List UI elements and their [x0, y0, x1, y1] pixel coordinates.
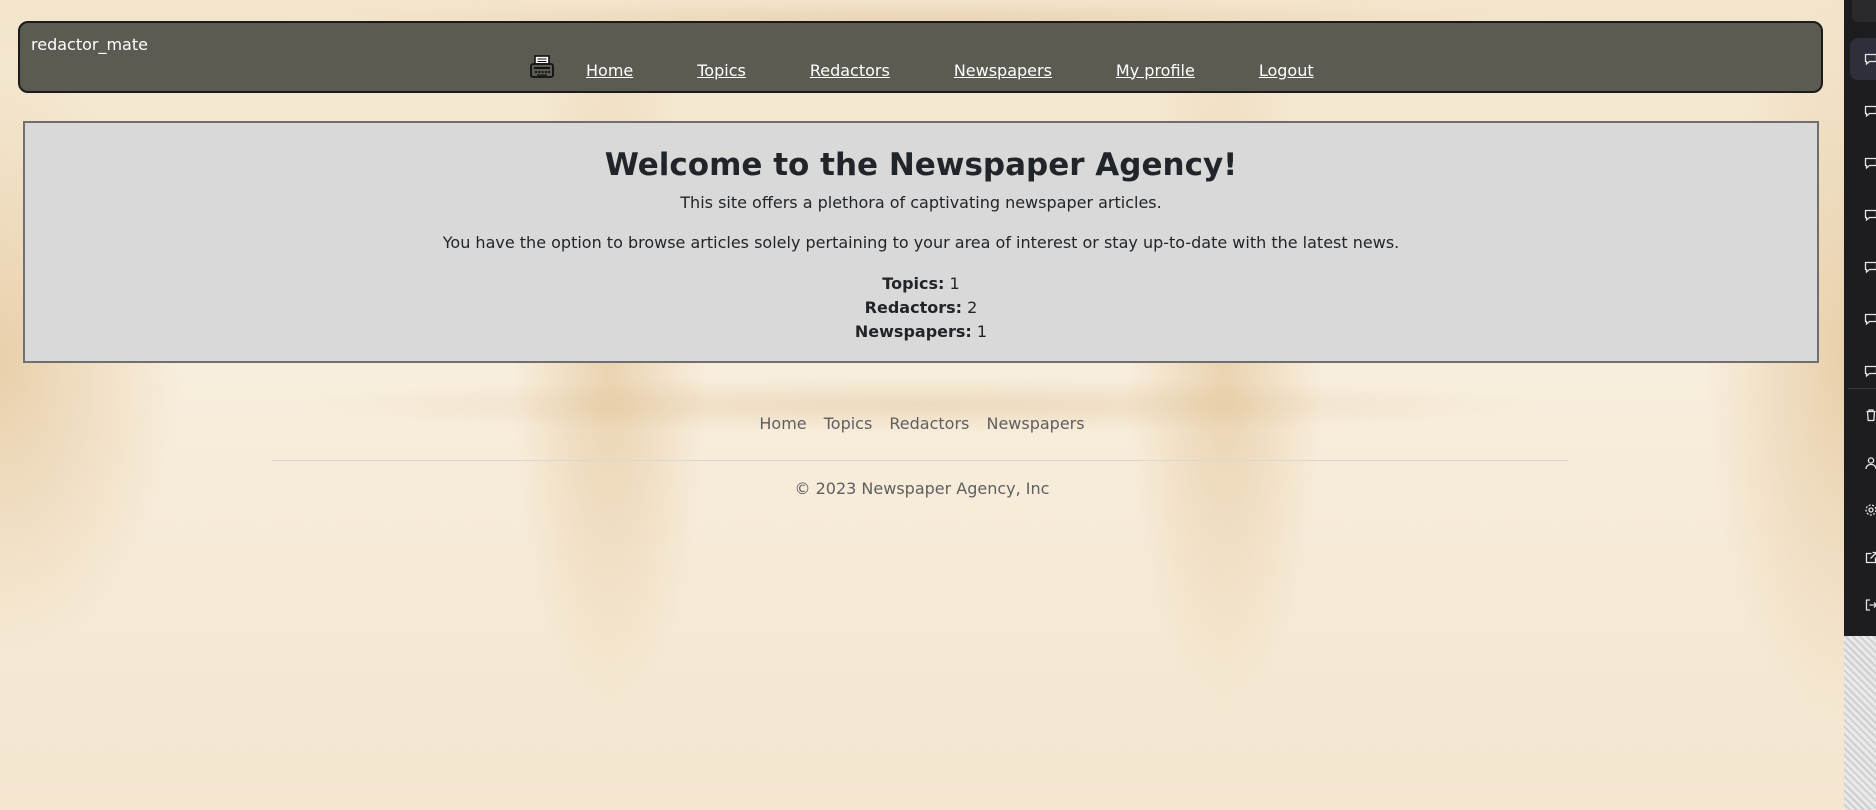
footer-redactors-link[interactable]: Redactors — [889, 414, 969, 433]
chat-icon[interactable] — [1864, 312, 1876, 326]
chat-icon[interactable] — [1864, 208, 1876, 222]
copyright-text: © 2023 Newspaper Agency, Inc — [794, 479, 1050, 498]
user-icon[interactable] — [1864, 456, 1876, 470]
external-link-icon[interactable] — [1864, 551, 1876, 565]
right-panel-placeholder — [1844, 636, 1876, 810]
stat-label: Topics: — [882, 274, 945, 293]
chat-icon[interactable] — [1864, 52, 1876, 66]
stats-block: Topics: 1 Redactors: 2 Newspapers: 1 — [25, 272, 1817, 344]
chat-icon[interactable] — [1864, 364, 1876, 378]
nav-topics-link[interactable]: Topics — [697, 61, 746, 80]
stat-value: 1 — [976, 322, 988, 341]
dock-top-button[interactable] — [1852, 0, 1876, 22]
stat-newspapers: Newspapers: 1 — [25, 320, 1817, 344]
nav-my-profile-link[interactable]: My profile — [1116, 61, 1195, 80]
chat-icon[interactable] — [1864, 156, 1876, 170]
footer-newspapers-link[interactable]: Newspapers — [986, 414, 1084, 433]
footer-home-link[interactable]: Home — [759, 414, 806, 433]
nav-home-link[interactable]: Home — [586, 61, 633, 80]
nav-redactors-link[interactable]: Redactors — [810, 61, 890, 80]
dock-separator — [1848, 388, 1876, 389]
footer-divider — [272, 460, 1568, 461]
page-title: Welcome to the Newspaper Agency! — [604, 147, 1238, 183]
logout-icon[interactable] — [1864, 598, 1876, 612]
gear-icon[interactable] — [1864, 503, 1876, 517]
nav-logout-link[interactable]: Logout — [1259, 61, 1314, 80]
chat-icon[interactable] — [1864, 260, 1876, 274]
stat-label: Newspapers: — [854, 322, 972, 341]
trash-icon[interactable] — [1864, 408, 1876, 422]
nav-links: Home Topics Redactors Newspapers My prof… — [528, 55, 1314, 81]
description-text: You have the option to browse articles s… — [442, 233, 1400, 252]
stat-redactors: Redactors: 2 — [25, 296, 1817, 320]
welcome-card: Welcome to the Newspaper Agency! This si… — [23, 121, 1819, 363]
footer-topics-link[interactable]: Topics — [824, 414, 873, 433]
brand-username: redactor_mate — [31, 35, 148, 54]
typewriter-icon[interactable] — [528, 53, 556, 81]
stat-value: 2 — [967, 298, 978, 317]
chat-icon[interactable] — [1864, 104, 1876, 118]
intro-text: This site offers a plethora of captivati… — [680, 193, 1162, 212]
footer-nav: Home Topics Redactors Newspapers — [0, 414, 1844, 433]
stat-value: 1 — [949, 274, 960, 293]
stat-label: Redactors: — [864, 298, 963, 317]
top-navbar: redactor_mate Home Topics Redactors News… — [18, 21, 1823, 93]
nav-newspapers-link[interactable]: Newspapers — [954, 61, 1052, 80]
stat-topics: Topics: 1 — [25, 272, 1817, 296]
